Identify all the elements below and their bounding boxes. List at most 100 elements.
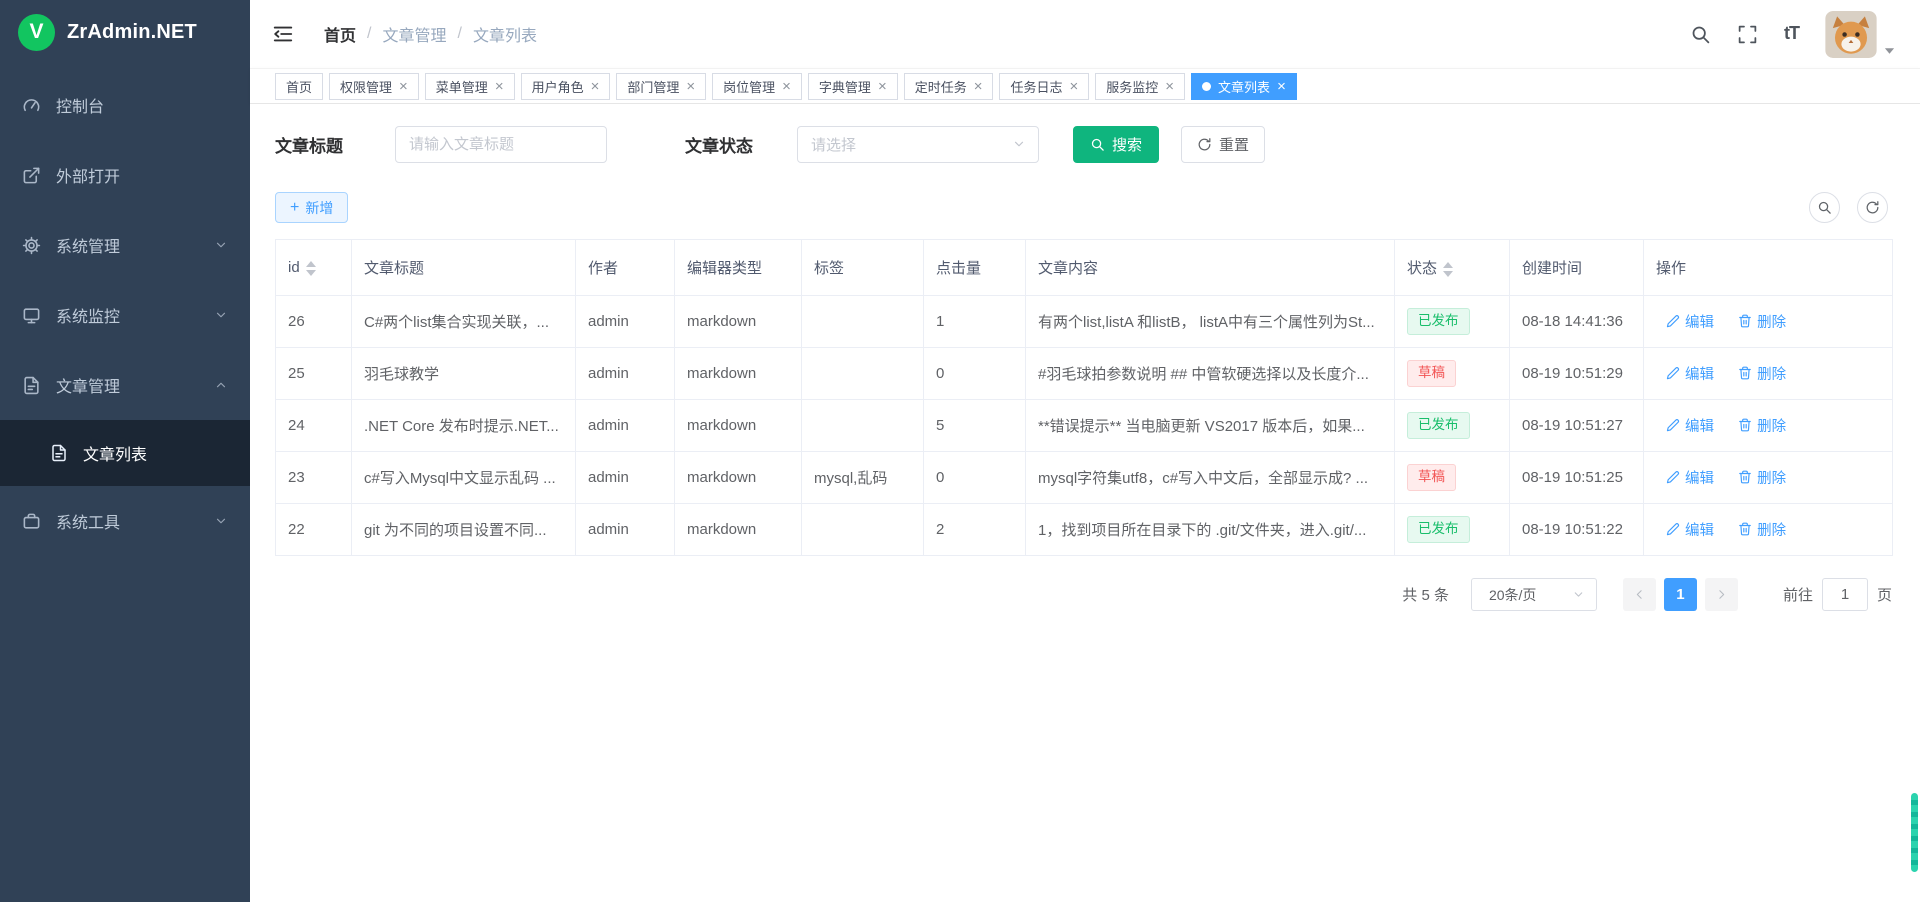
scrollbar-thumb[interactable] — [1911, 793, 1918, 872]
breadcrumb-item-article-mgmt[interactable]: 文章管理 — [382, 22, 446, 46]
refresh-table-button[interactable] — [1857, 192, 1888, 223]
user-avatar[interactable] — [1825, 11, 1896, 58]
col-label: 操作 — [1656, 260, 1686, 277]
app-logo[interactable]: V ZrAdmin.NET — [0, 0, 250, 64]
close-icon[interactable]: × — [1070, 79, 1079, 94]
tab-label: 文章列表 — [1218, 77, 1270, 96]
tab-article-list[interactable]: 文章列表 × — [1191, 73, 1297, 100]
font-size-icon[interactable]: tT — [1784, 24, 1799, 45]
toolbox-icon — [22, 512, 41, 531]
document-list-icon — [50, 444, 69, 463]
article-status-select[interactable]: 请选择 — [797, 126, 1039, 163]
edit-article-button[interactable]: 编辑 — [1666, 467, 1714, 488]
reset-button[interactable]: 重置 — [1181, 126, 1265, 163]
cell-status: 已发布 — [1395, 400, 1510, 452]
close-icon[interactable]: × — [591, 79, 600, 94]
col-label: 文章内容 — [1038, 260, 1098, 277]
trash-icon — [1738, 314, 1752, 328]
toggle-search-button[interactable] — [1809, 192, 1840, 223]
edit-article-button[interactable]: 编辑 — [1666, 415, 1714, 436]
tab-dict-mgmt[interactable]: 字典管理× — [808, 73, 898, 100]
fullscreen-icon[interactable] — [1737, 24, 1758, 45]
delete-article-button[interactable]: 删除 — [1738, 363, 1786, 384]
filter-title-label: 文章标题 — [275, 132, 343, 157]
cell-title: .NET Core 发布时提示.NET... — [352, 400, 576, 452]
collapse-sidebar-icon[interactable] — [272, 23, 294, 45]
close-icon[interactable]: × — [399, 79, 408, 94]
tab-post-mgmt[interactable]: 岗位管理× — [712, 73, 802, 100]
col-header-status[interactable]: 状态 — [1395, 240, 1510, 296]
delete-label: 删除 — [1757, 415, 1786, 436]
cell-content: #羽毛球拍参数说明 ## 中管软硬选择以及长度介... — [1026, 348, 1395, 400]
articles-table: id 文章标题 作者 编辑器类型 标签 点击量 文章内容 状态 创建时间 操作 — [275, 239, 1893, 556]
cell-editor-type: markdown — [675, 452, 802, 504]
header-actions: tT — [1690, 11, 1896, 58]
sidebar-item-console[interactable]: 控制台 — [0, 70, 250, 140]
app-title: ZrAdmin.NET — [67, 21, 197, 44]
table-row: 25 羽毛球教学 admin markdown 0 #羽毛球拍参数说明 ## 中… — [276, 348, 1893, 400]
sort-caret-icons[interactable] — [1443, 262, 1453, 277]
tab-service-monitor[interactable]: 服务监控× — [1095, 73, 1185, 100]
sidebar-item-system-tools[interactable]: 系统工具 — [0, 486, 250, 556]
col-header-editor-type: 编辑器类型 — [675, 240, 802, 296]
close-icon[interactable]: × — [495, 79, 504, 94]
pagination: 共 5 条 20条/页 1 前往 页 — [275, 578, 1892, 635]
cell-tags — [802, 400, 924, 452]
close-icon[interactable]: × — [1165, 79, 1174, 94]
close-icon[interactable]: × — [686, 79, 695, 94]
col-label: 点击量 — [936, 260, 981, 277]
breadcrumb-item-home[interactable]: 首页 — [324, 22, 356, 46]
tab-scheduled-tasks[interactable]: 定时任务× — [904, 73, 994, 100]
chevron-down-icon — [214, 308, 228, 322]
edit-article-button[interactable]: 编辑 — [1666, 311, 1714, 332]
top-header: 首页 / 文章管理 / 文章列表 tT — [250, 0, 1920, 68]
close-icon[interactable]: × — [974, 79, 983, 94]
cell-status: 已发布 — [1395, 504, 1510, 556]
col-label: 编辑器类型 — [687, 260, 762, 277]
close-icon[interactable]: × — [878, 79, 887, 94]
add-button[interactable]: + 新增 — [275, 192, 348, 223]
page-number-button[interactable]: 1 — [1664, 578, 1697, 611]
sidebar-item-system-mgmt[interactable]: 系统管理 — [0, 210, 250, 280]
sidebar-item-system-monitor[interactable]: 系统监控 — [0, 280, 250, 350]
delete-article-button[interactable]: 删除 — [1738, 467, 1786, 488]
close-icon[interactable]: × — [1277, 79, 1286, 94]
tab-user-role[interactable]: 用户角色× — [521, 73, 611, 100]
col-header-id[interactable]: id — [276, 240, 352, 296]
tab-permission-mgmt[interactable]: 权限管理× — [329, 73, 419, 100]
sidebar-item-article-list[interactable]: 文章列表 — [0, 420, 250, 486]
edit-article-button[interactable]: 编辑 — [1666, 363, 1714, 384]
breadcrumb: 首页 / 文章管理 / 文章列表 — [324, 22, 537, 46]
pencil-icon — [1666, 418, 1680, 432]
sidebar-item-article-mgmt[interactable]: 文章管理 — [0, 350, 250, 420]
close-icon[interactable]: × — [782, 79, 791, 94]
document-icon — [22, 376, 41, 395]
goto-suffix: 页 — [1877, 584, 1892, 605]
sidebar-item-external-open[interactable]: 外部打开 — [0, 140, 250, 210]
delete-article-button[interactable]: 删除 — [1738, 415, 1786, 436]
tab-menu-mgmt[interactable]: 菜单管理× — [425, 73, 515, 100]
cell-content: **错误提示** 当电脑更新 VS2017 版本后，如果... — [1026, 400, 1395, 452]
status-badge: 已发布 — [1407, 516, 1470, 542]
active-tab-dot — [1202, 82, 1211, 91]
tab-dept-mgmt[interactable]: 部门管理 × — [616, 73, 706, 100]
tab-label: 部门管理 — [627, 77, 679, 96]
tab-home[interactable]: 首页 — [275, 73, 323, 100]
goto-page-input[interactable] — [1822, 578, 1868, 611]
gear-icon — [22, 236, 41, 255]
delete-label: 删除 — [1757, 467, 1786, 488]
breadcrumb-item-article-list[interactable]: 文章列表 — [473, 22, 537, 46]
tab-task-logs[interactable]: 任务日志× — [999, 73, 1089, 100]
sort-caret-icons[interactable] — [306, 261, 316, 276]
delete-article-button[interactable]: 删除 — [1738, 519, 1786, 540]
next-page-button[interactable] — [1705, 578, 1738, 611]
select-placeholder: 请选择 — [811, 134, 856, 155]
prev-page-button[interactable] — [1623, 578, 1656, 611]
search-icon[interactable] — [1690, 24, 1711, 45]
search-button[interactable]: 搜索 — [1073, 126, 1159, 163]
delete-article-button[interactable]: 删除 — [1738, 311, 1786, 332]
article-title-input[interactable] — [395, 126, 607, 163]
edit-article-button[interactable]: 编辑 — [1666, 519, 1714, 540]
page-size-select[interactable]: 20条/页 — [1471, 578, 1597, 611]
delete-label: 删除 — [1757, 311, 1786, 332]
